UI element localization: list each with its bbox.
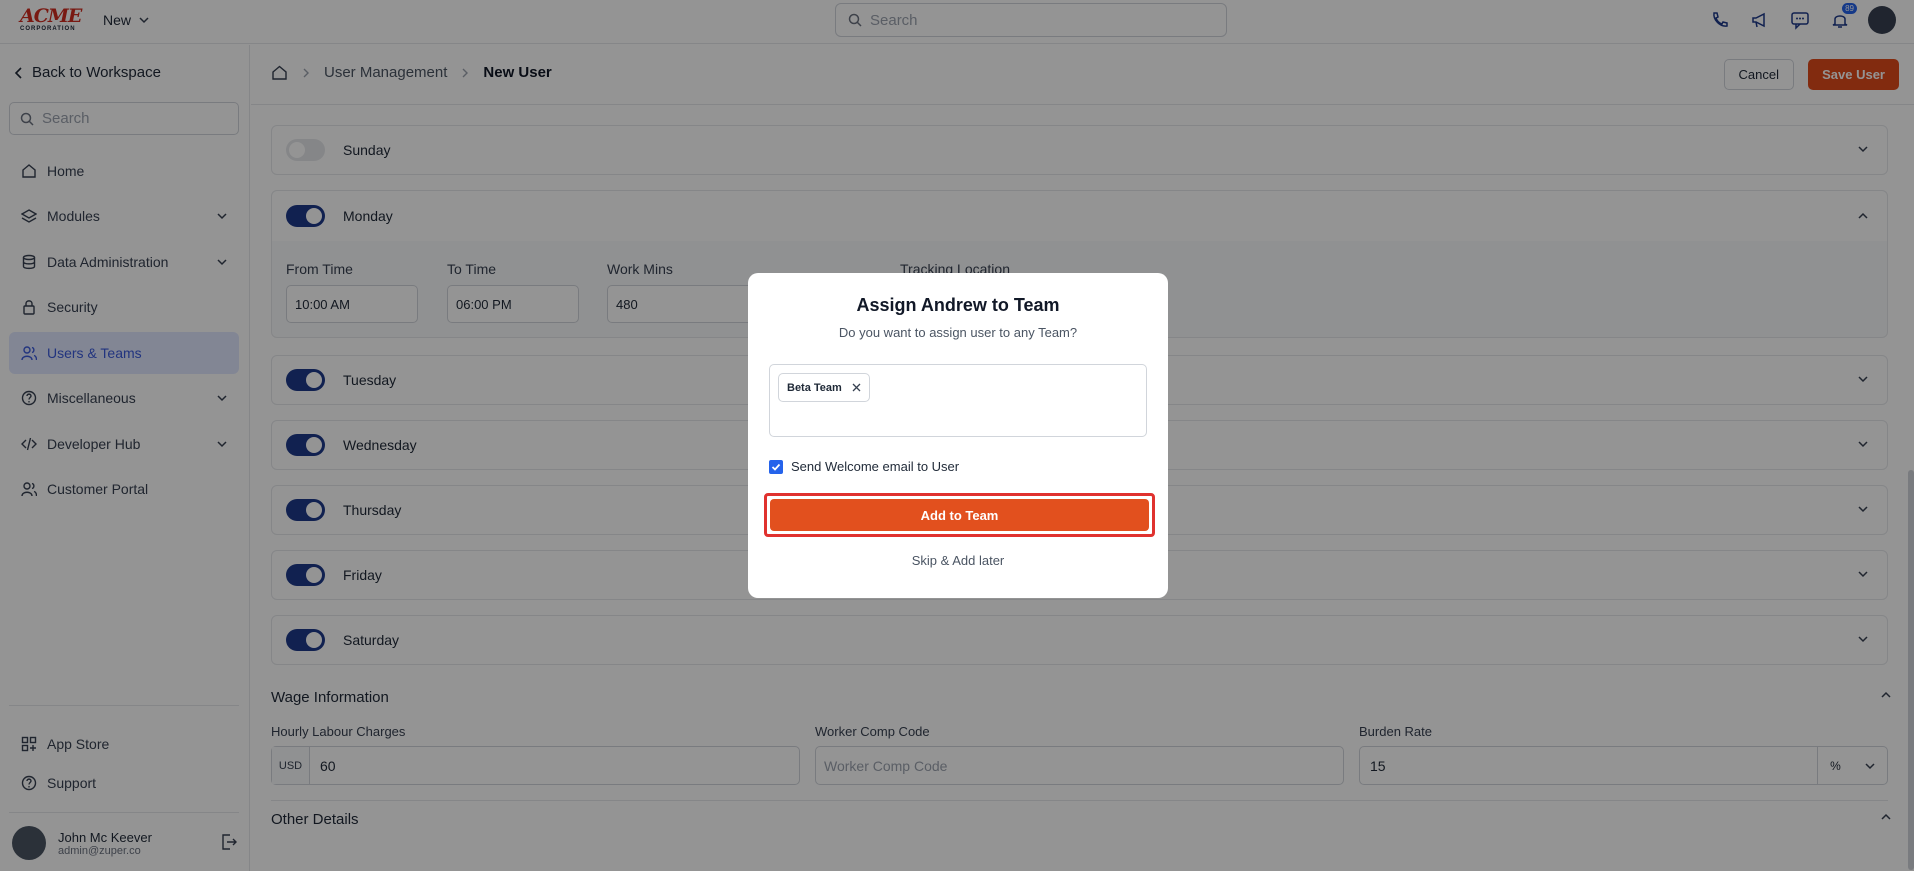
assign-team-modal: Assign Andrew to Team Do you want to ass… xyxy=(748,273,1168,598)
welcome-email-option: Send Welcome email to User xyxy=(769,459,959,474)
welcome-email-checkbox[interactable] xyxy=(769,459,783,474)
close-icon[interactable] xyxy=(852,383,861,392)
team-select-input[interactable]: Beta Team xyxy=(769,364,1147,437)
modal-title: Assign Andrew to Team xyxy=(856,295,1060,315)
add-to-team-button[interactable]: Add to Team xyxy=(770,499,1149,531)
welcome-email-label: Send Welcome email to User xyxy=(791,459,960,474)
add-to-team-highlight: Add to Team xyxy=(764,493,1155,537)
team-chip-label: Beta Team xyxy=(787,381,842,394)
check-icon xyxy=(771,463,781,471)
team-chip: Beta Team xyxy=(778,373,870,402)
modal-subtitle: Do you want to assign user to any Team? xyxy=(838,325,1078,340)
skip-add-later-link[interactable]: Skip & Add later xyxy=(748,553,1168,568)
